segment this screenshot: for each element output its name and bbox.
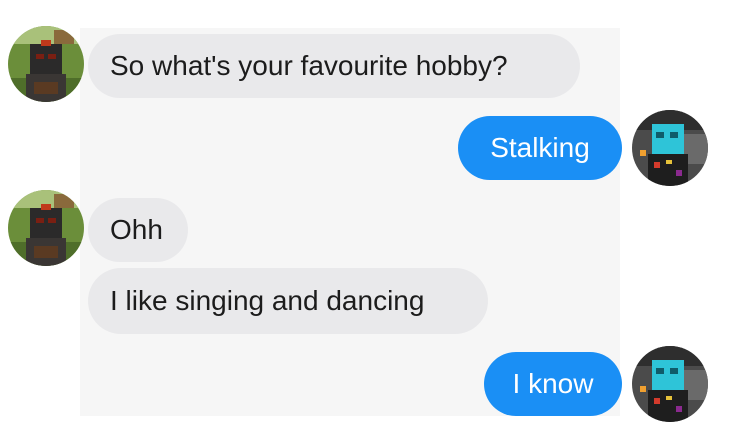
- message-bubble-outgoing: Stalking: [458, 116, 622, 180]
- message-text: So what's your favourite hobby?: [110, 50, 508, 81]
- message-bubble-incoming: So what's your favourite hobby?: [88, 34, 580, 98]
- user-avatar[interactable]: [632, 110, 708, 186]
- message-text: I like singing and dancing: [110, 285, 425, 316]
- message-text: I know: [512, 368, 594, 399]
- message-text: Stalking: [490, 132, 590, 163]
- message-text: Ohh: [110, 214, 163, 245]
- contact-avatar[interactable]: [8, 26, 84, 102]
- user-avatar[interactable]: [632, 346, 708, 422]
- message-bubble-incoming: Ohh: [88, 198, 188, 262]
- message-bubble-outgoing: I know: [484, 352, 622, 416]
- message-bubble-incoming: I like singing and dancing: [88, 268, 488, 334]
- contact-avatar[interactable]: [8, 190, 84, 266]
